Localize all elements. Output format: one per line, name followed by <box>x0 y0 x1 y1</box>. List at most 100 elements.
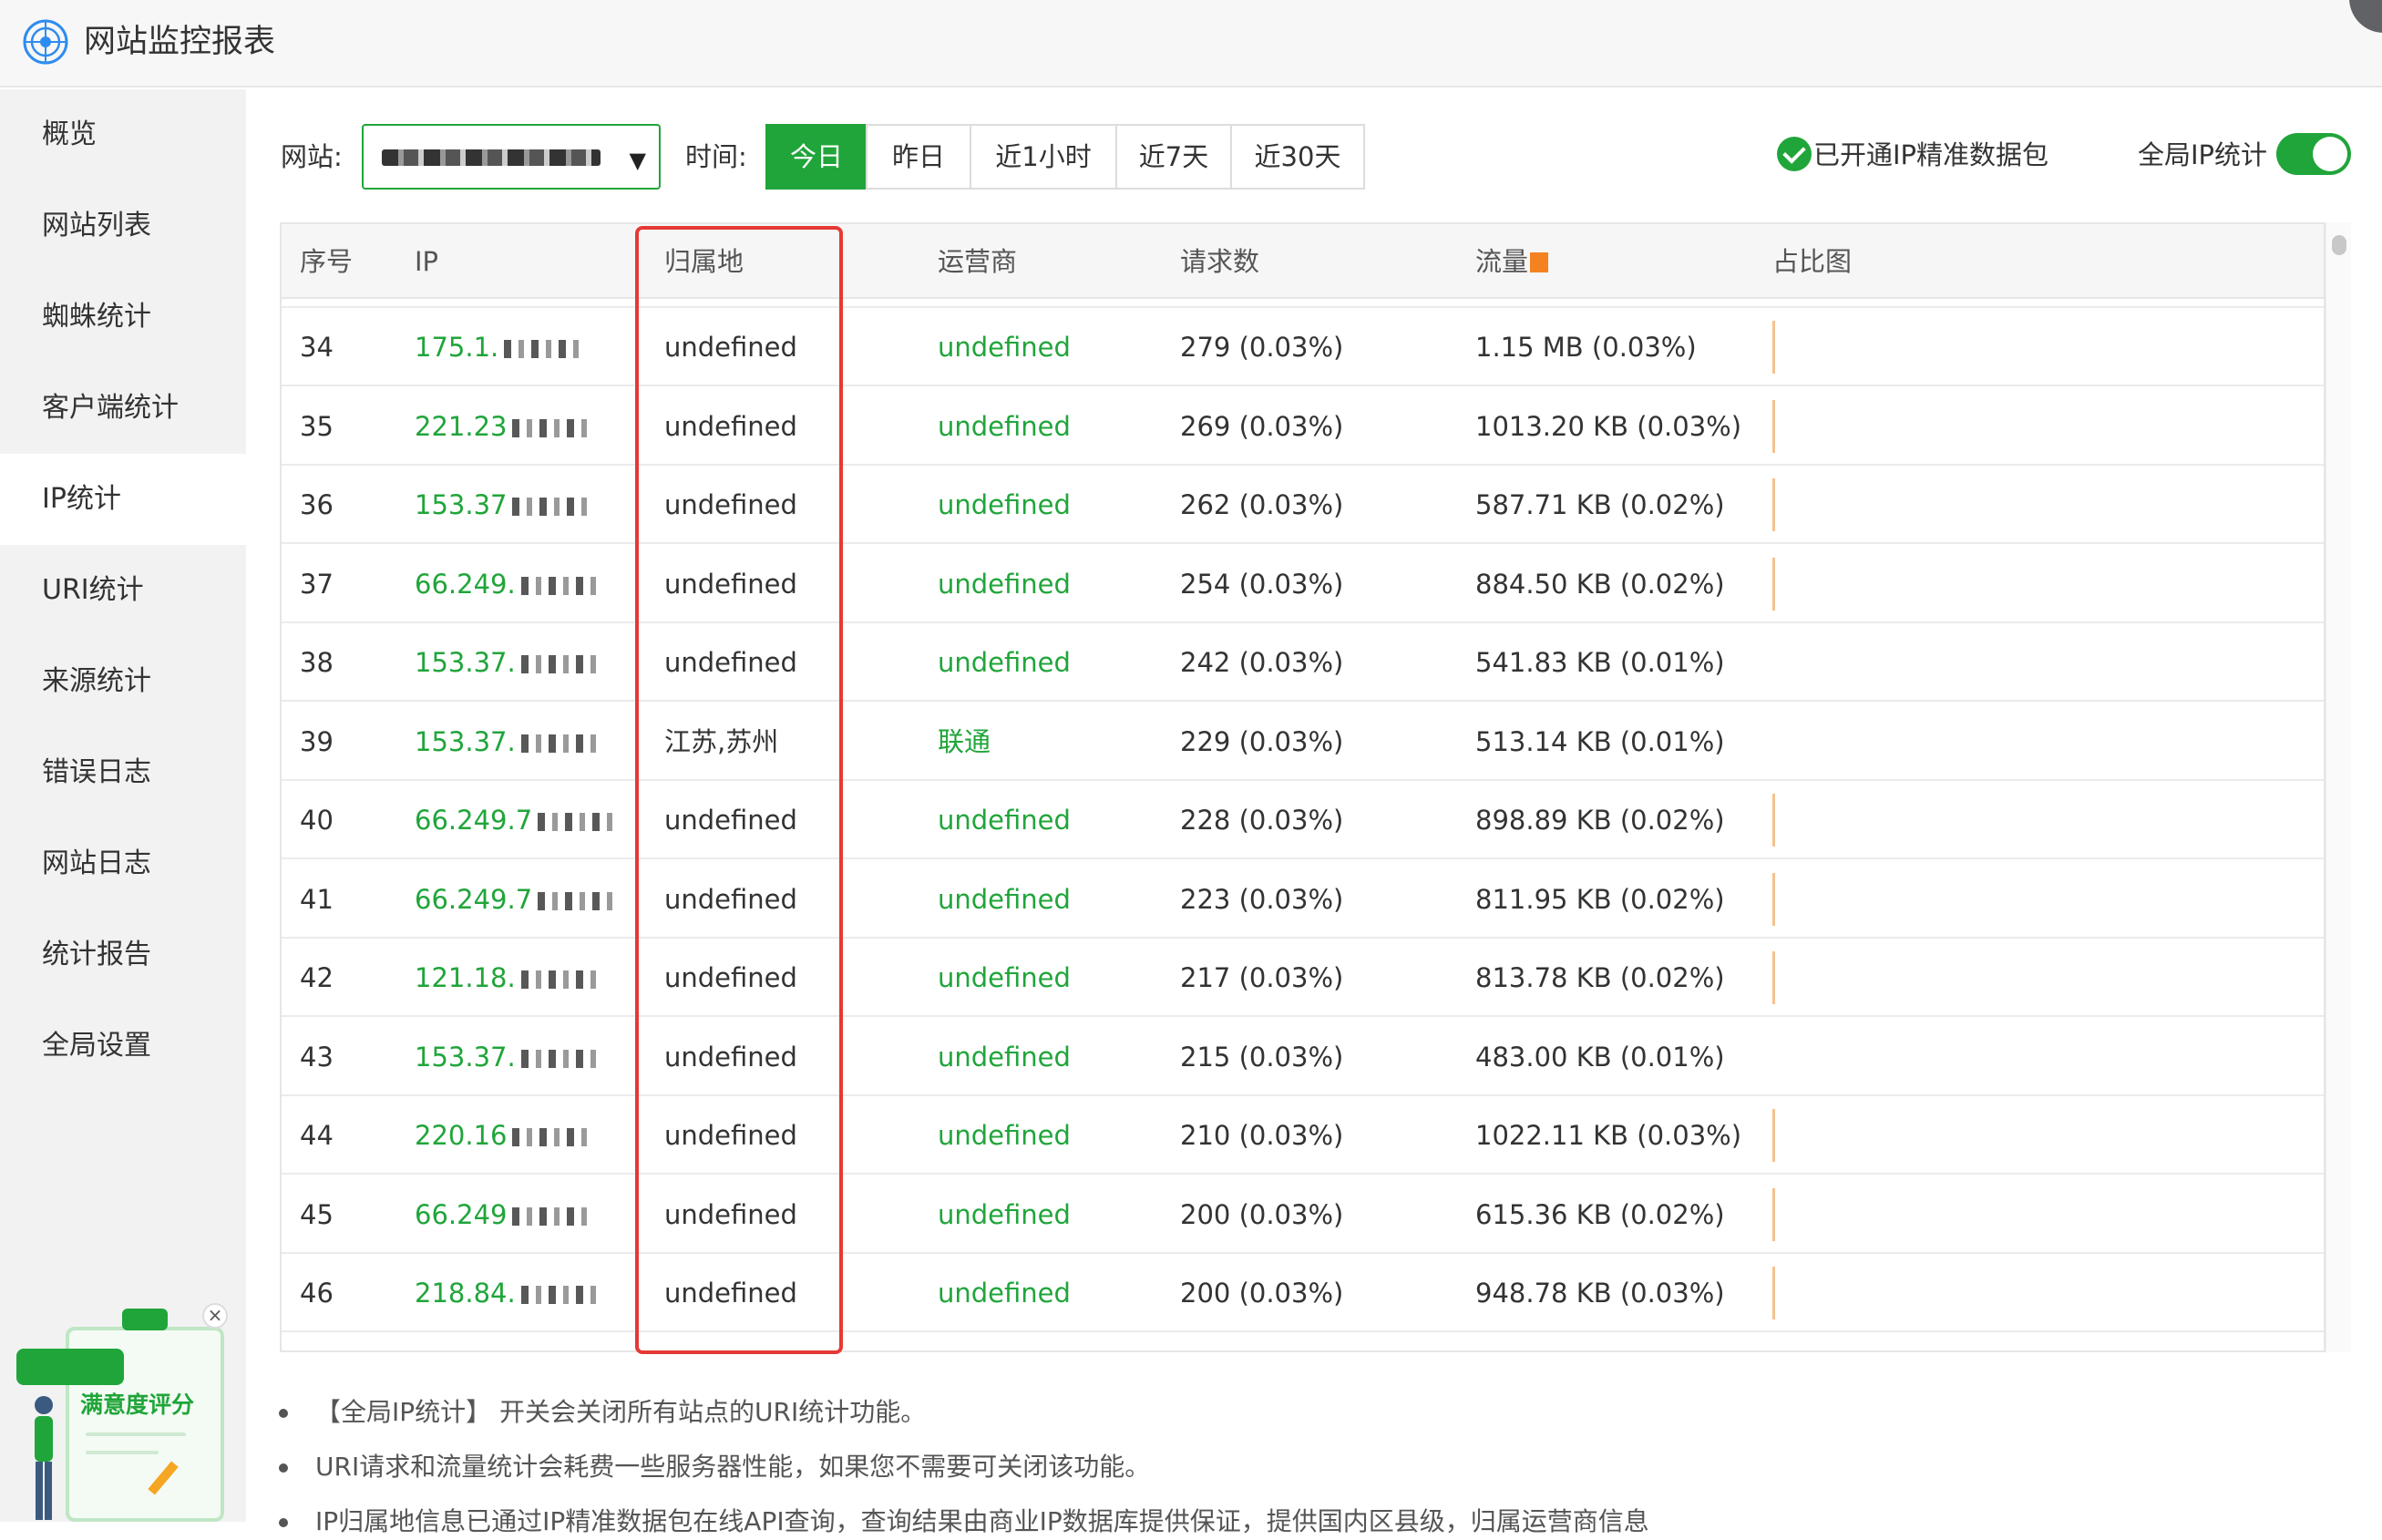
cell-traffic-text: 1.15 MB (0.03%) <box>1475 332 1697 363</box>
ip-stats-table: 序号 IP 归属地 运营商 请求数 流量 占比图 34 175.1. undefin… <box>280 222 2326 1352</box>
time-range-button[interactable]: 近1小时 <box>970 124 1117 190</box>
sidebar-item[interactable]: 客户端统计 <box>0 363 246 454</box>
ip-redacted <box>538 813 621 831</box>
time-range-button[interactable]: 今日 <box>765 124 868 190</box>
cell-location: undefined <box>664 860 797 939</box>
sidebar-item[interactable]: 蜘蛛统计 <box>0 272 246 363</box>
time-range-button[interactable]: 近30天 <box>1230 124 1365 190</box>
cell-location: undefined <box>664 1176 797 1254</box>
cell-traffic-text: 615.36 KB (0.02%) <box>1475 1198 1725 1230</box>
cell-location-text: undefined <box>664 647 797 678</box>
cell-isp-text: undefined <box>938 647 1071 678</box>
sidebar-item[interactable]: URI统计 <box>0 545 246 636</box>
cell-ip[interactable]: 175.1. <box>415 308 587 386</box>
table-row: 38 153.37. undefined undefined 242 (0.03%) 54… <box>282 623 2324 702</box>
cell-traffic-text: 587.71 KB (0.02%) <box>1475 489 1725 520</box>
cell-isp: undefined <box>938 1176 1071 1254</box>
cell-index: 46 <box>300 1254 334 1332</box>
cell-requests-text: 269 (0.03%) <box>1180 410 1344 442</box>
cell-requests-text: 223 (0.03%) <box>1180 883 1344 915</box>
time-range-button[interactable]: 近7天 <box>1115 124 1232 190</box>
time-range-button[interactable]: 昨日 <box>866 124 971 190</box>
cell-isp-text: undefined <box>938 883 1071 915</box>
table-row: 37 66.249. undefined undefined 254 (0.03%) 88… <box>282 545 2324 623</box>
cell-requests: 210 (0.03%) <box>1180 1096 1343 1175</box>
cell-ip[interactable]: 153.37. <box>415 1018 603 1096</box>
clip-icon <box>122 1309 168 1330</box>
cell-location-text: undefined <box>664 332 797 363</box>
ratio-bar <box>1772 399 1775 453</box>
sidebar-item[interactable]: 统计报告 <box>0 909 246 1001</box>
th-traffic[interactable]: 流量 <box>1475 224 1549 299</box>
cell-ip[interactable]: 218.84. <box>415 1254 603 1332</box>
ip-redacted <box>512 498 595 516</box>
cell-location-text: undefined <box>664 410 797 442</box>
sidebar-item[interactable]: 全局设置 <box>0 1001 246 1092</box>
close-icon[interactable]: × <box>202 1303 228 1329</box>
toggle-knob <box>2313 137 2347 171</box>
sidebar-item[interactable]: IP统计 <box>0 454 246 545</box>
sidebar-item[interactable]: 网站日志 <box>0 818 246 909</box>
site-select[interactable]: ▼ <box>362 124 661 190</box>
table-scrollbar[interactable] <box>2326 222 2351 1352</box>
app-logo-icon <box>23 19 68 65</box>
cell-traffic-text: 541.83 KB (0.01%) <box>1475 647 1725 678</box>
cell-isp-text: undefined <box>938 489 1071 520</box>
cell-ip[interactable]: 153.37. <box>415 623 603 702</box>
cell-location: undefined <box>664 1254 797 1332</box>
cell-isp: undefined <box>938 545 1071 623</box>
cell-index: 40 <box>300 781 334 859</box>
cell-index-text: 44 <box>300 1120 334 1151</box>
cell-index-text: 46 <box>300 1278 334 1309</box>
cell-ip-text: 221.23 <box>415 410 508 442</box>
cell-traffic: 1022.11 KB (0.03%) <box>1475 1096 1741 1175</box>
cell-ip[interactable]: 66.249. <box>415 545 603 623</box>
cell-traffic-text: 513.14 KB (0.01%) <box>1475 725 1725 757</box>
sidebar-item[interactable]: 网站列表 <box>0 180 246 272</box>
ratio-bar <box>1772 1187 1775 1241</box>
ratio-bar <box>1772 478 1775 531</box>
cell-isp-text: undefined <box>938 1041 1071 1073</box>
sidebar-item[interactable]: 错误日志 <box>0 727 246 818</box>
cell-traffic: 884.50 KB (0.02%) <box>1475 545 1725 623</box>
satisfaction-rating-widget[interactable]: 满意度评分 × <box>13 1303 228 1522</box>
cell-isp: undefined <box>938 1254 1071 1332</box>
cell-ip[interactable]: 153.37. <box>415 703 603 781</box>
cell-ip[interactable]: 66.249 <box>415 1176 595 1254</box>
cell-ip-text: 218.84. <box>415 1278 516 1309</box>
cell-ip-text: 175.1. <box>415 332 499 363</box>
sort-indicator-icon <box>1530 252 1549 272</box>
ip-redacted <box>512 418 595 437</box>
bullet-icon <box>279 1409 288 1418</box>
cell-ip[interactable]: 66.249.7 <box>415 781 621 859</box>
cell-isp: undefined <box>938 623 1071 702</box>
person-icon <box>35 1396 53 1520</box>
cell-ip[interactable]: 153.37 <box>415 466 595 544</box>
cell-index: 39 <box>300 703 334 781</box>
scroll-thumb[interactable] <box>2332 235 2346 255</box>
cell-location-text: undefined <box>664 568 797 600</box>
ratio-bar <box>1772 321 1775 374</box>
ip-redacted <box>520 1286 603 1304</box>
th-ip: IP <box>415 246 439 277</box>
cell-index-text: 43 <box>300 1041 334 1073</box>
cell-isp-text: undefined <box>938 962 1071 993</box>
window-close-button[interactable] <box>2349 0 2382 33</box>
cell-index: 42 <box>300 939 334 1017</box>
cell-ip-text: 121.18. <box>415 962 516 993</box>
cell-location: undefined <box>664 623 797 702</box>
cell-ip[interactable]: 220.16 <box>415 1096 595 1175</box>
global-ip-toggle[interactable] <box>2276 133 2351 175</box>
cell-index: 45 <box>300 1176 334 1254</box>
cell-ip[interactable]: 221.23 <box>415 387 595 466</box>
cell-index: 37 <box>300 545 334 623</box>
cell-isp: undefined <box>938 1096 1071 1175</box>
cell-ip[interactable]: 121.18. <box>415 939 603 1017</box>
cell-location-text: undefined <box>664 1120 797 1151</box>
cell-requests: 200 (0.03%) <box>1180 1254 1343 1332</box>
cell-location-text: undefined <box>664 1198 797 1230</box>
cell-isp-text: undefined <box>938 1198 1071 1230</box>
sidebar-item[interactable]: 来源统计 <box>0 636 246 727</box>
cell-ip[interactable]: 66.249.7 <box>415 860 621 939</box>
sidebar-item[interactable]: 概览 <box>0 89 246 180</box>
